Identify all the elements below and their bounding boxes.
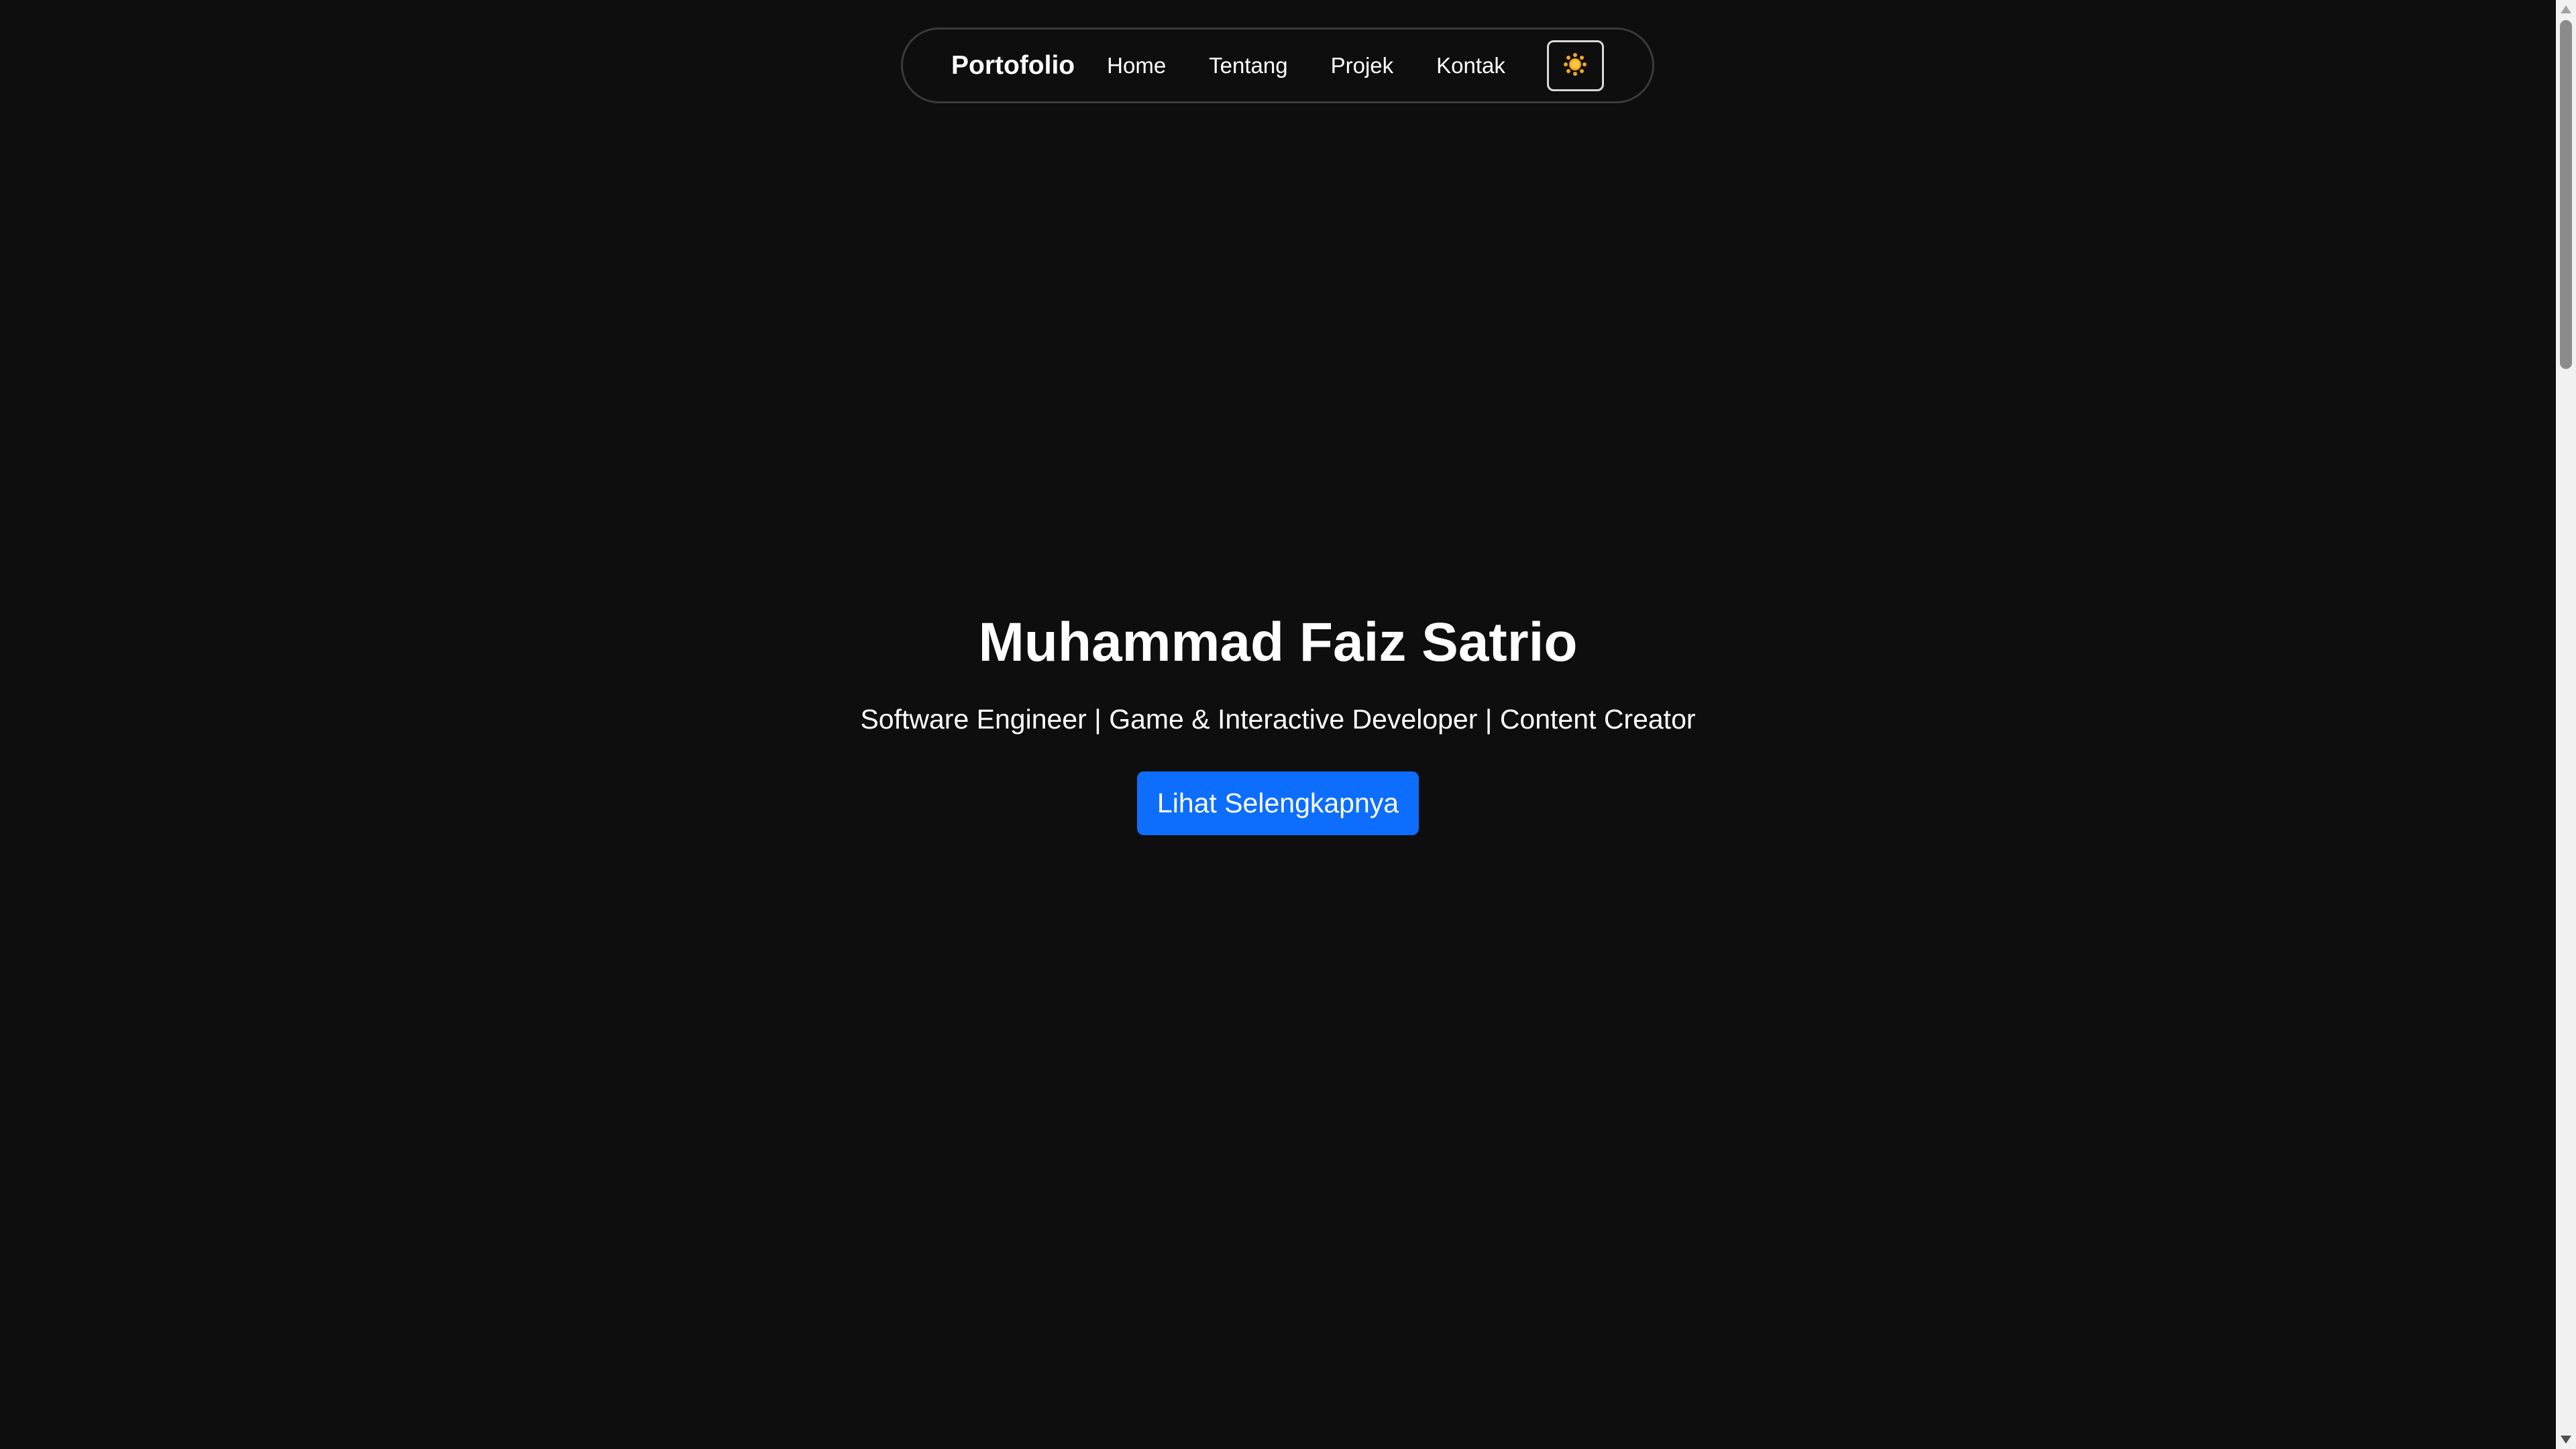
scroll-down-arrow-icon[interactable]	[2561, 1436, 2571, 1444]
hero-section: Muhammad Faiz Satrio Software Engineer |…	[0, 0, 2556, 1449]
nav-link-home[interactable]: Home	[1107, 53, 1166, 78]
scroll-thumb[interactable]	[2560, 20, 2572, 369]
scroll-up-arrow-icon[interactable]	[2561, 5, 2571, 13]
nav-link-kontak[interactable]: Kontak	[1436, 53, 1505, 78]
vertical-scrollbar[interactable]	[2556, 0, 2576, 1449]
hero-subtitle: Software Engineer | Game & Interactive D…	[860, 704, 1696, 735]
nav-link-projek[interactable]: Projek	[1331, 53, 1394, 78]
sun-icon	[1563, 52, 1587, 78]
navbar: Portofolio Home Tentang Projek Kontak	[901, 28, 1654, 103]
brand-logo[interactable]: Portofolio	[951, 51, 1075, 80]
hero-title: Muhammad Faiz Satrio	[978, 612, 1578, 673]
theme-toggle-button[interactable]	[1546, 40, 1604, 91]
nav-link-tentang[interactable]: Tentang	[1209, 53, 1287, 78]
page-viewport: Portofolio Home Tentang Projek Kontak Mu…	[0, 0, 2556, 1449]
see-more-button[interactable]: Lihat Selengkapnya	[1137, 771, 1419, 835]
